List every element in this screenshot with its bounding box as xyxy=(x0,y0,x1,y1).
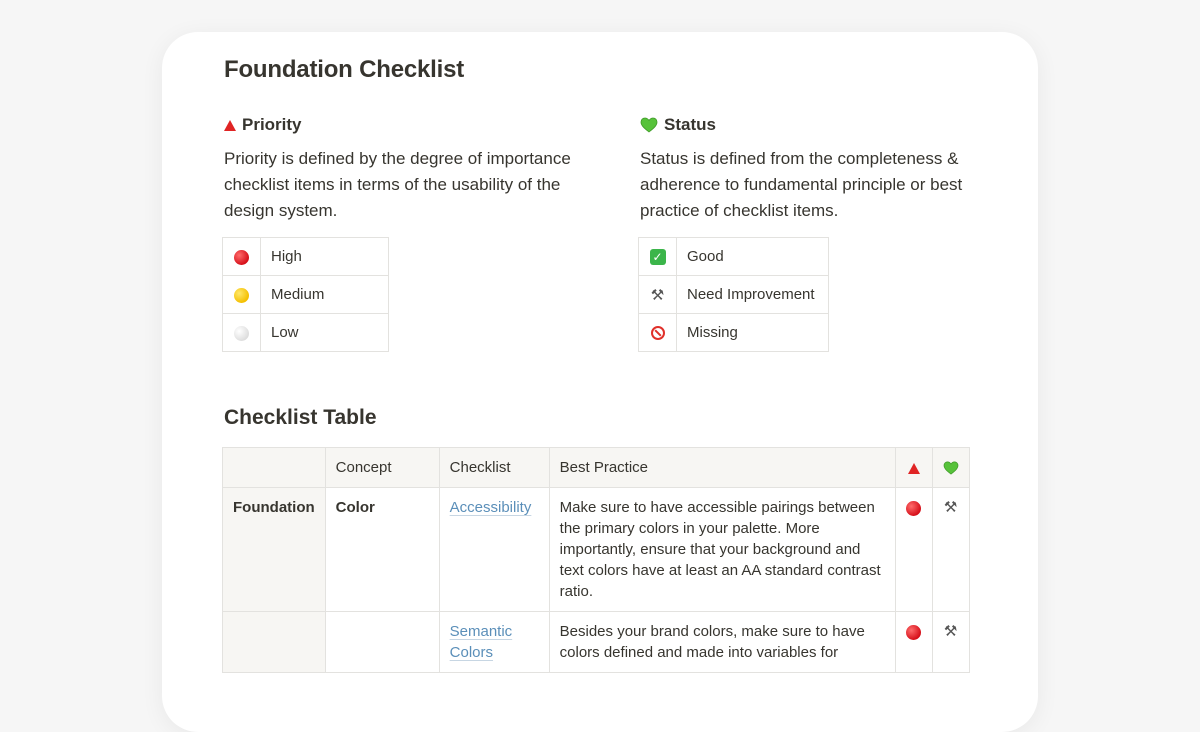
status-section: Status Status is defined from the comple… xyxy=(640,112,1020,224)
tools-icon: ⚒ xyxy=(650,286,665,304)
no-entry-icon xyxy=(650,326,665,341)
table-header-row: Concept Checklist Best Practice xyxy=(222,447,970,488)
priority-level-label: Low xyxy=(260,313,389,352)
page-title: Foundation Checklist xyxy=(224,56,465,83)
row-concept xyxy=(324,611,440,673)
green-heart-icon xyxy=(640,117,658,133)
priority-heading-label: Priority xyxy=(242,115,302,134)
status-legend: ✓ Good ⚒ Need Improvement Missing xyxy=(638,237,829,352)
status-level-label: Need Improvement xyxy=(676,275,829,314)
legend-row: ✓ Good xyxy=(638,237,829,276)
red-circle-icon xyxy=(906,624,922,640)
green-heart-icon xyxy=(943,461,959,475)
status-description: Status is defined from the completeness … xyxy=(640,149,963,220)
checklist-link-accessibility[interactable]: Accessibility xyxy=(450,499,532,516)
column-header-best-practice: Best Practice xyxy=(548,447,896,488)
table-row: Foundation Color Accessibility Make sure… xyxy=(222,487,970,612)
column-header-concept: Concept xyxy=(324,447,440,488)
check-mark-icon: ✓ xyxy=(649,249,666,266)
priority-level-label: High xyxy=(260,237,389,276)
row-category: Foundation xyxy=(222,487,326,612)
column-header-priority xyxy=(894,447,933,488)
tools-icon: ⚒ xyxy=(943,499,958,516)
status-level-label: Good xyxy=(676,237,829,276)
red-triangle-icon xyxy=(907,462,920,474)
checklist-link-semantic-colors[interactable]: Semantic Colors xyxy=(450,623,513,661)
row-best-practice: Make sure to have accessible pairings be… xyxy=(548,487,896,612)
priority-description: Priority is defined by the degree of imp… xyxy=(224,149,571,220)
row-best-practice: Besides your brand colors, make sure to … xyxy=(548,611,896,673)
yellow-circle-icon xyxy=(234,287,249,303)
table-row: Semantic Colors Besides your brand color… xyxy=(222,611,970,673)
legend-row: ⚒ Need Improvement xyxy=(638,275,829,314)
legend-row: High xyxy=(222,237,389,276)
tools-icon: ⚒ xyxy=(943,623,958,640)
legend-row: Medium xyxy=(222,275,389,314)
legend-row: Missing xyxy=(638,313,829,352)
priority-heading: Priority xyxy=(224,112,604,138)
row-category xyxy=(222,611,326,673)
column-header-category xyxy=(222,447,326,488)
status-level-label: Missing xyxy=(676,313,829,352)
checklist-table: Concept Checklist Best Practice Foundati… xyxy=(222,447,970,673)
priority-legend: High Medium Low xyxy=(222,237,389,352)
column-header-checklist: Checklist xyxy=(438,447,550,488)
row-concept: Color xyxy=(324,487,440,612)
red-triangle-icon xyxy=(224,119,236,131)
status-heading: Status xyxy=(640,112,1020,138)
priority-level-label: Medium xyxy=(260,275,389,314)
red-circle-icon xyxy=(906,500,922,516)
priority-section: Priority Priority is defined by the degr… xyxy=(224,112,604,224)
status-heading-label: Status xyxy=(664,115,716,134)
legend-row: Low xyxy=(222,313,389,352)
checklist-table-title: Checklist Table xyxy=(224,406,377,429)
column-header-status xyxy=(931,447,970,488)
red-circle-icon xyxy=(234,249,249,265)
white-circle-icon xyxy=(234,325,249,341)
